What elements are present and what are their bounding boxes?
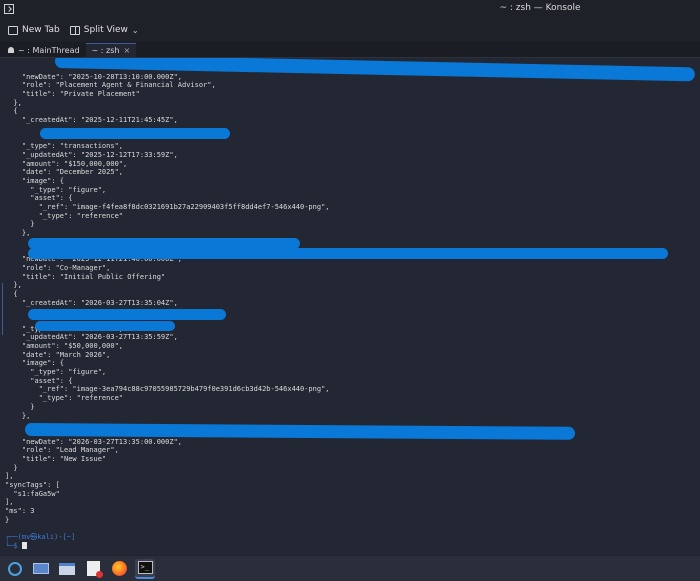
- show-desktop-icon[interactable]: [31, 559, 51, 579]
- terminal-line: },: [5, 98, 22, 107]
- terminal-line: ],: [5, 472, 14, 481]
- terminal-line: "title": "Private Placement": [5, 90, 140, 99]
- terminal-line: "amount": "$50,000,000",: [5, 342, 124, 350]
- shell-prompt-symbol: └─$: [5, 541, 22, 550]
- new-tab-button[interactable]: New Tab: [8, 25, 60, 35]
- kali-menu-icon[interactable]: [5, 559, 25, 579]
- text-editor-icon[interactable]: [83, 559, 103, 579]
- terminal-line: }: [5, 220, 35, 229]
- title-bar: ~ : zsh — Konsole: [0, 0, 700, 18]
- terminal-line: "role": "Co-Manager",: [5, 263, 111, 272]
- tab-zsh[interactable]: ~ : zsh ×: [85, 43, 137, 57]
- split-view-icon: [69, 25, 80, 35]
- terminal-line: "image": {: [5, 359, 65, 368]
- terminal-line: "newDate": "2025-10-28T13:10:00.000Z",: [5, 72, 183, 81]
- terminal-line: "ms": 3: [5, 507, 35, 516]
- terminal-icon[interactable]: >_: [135, 558, 155, 579]
- bell-icon: [8, 47, 14, 53]
- terminal-line: "date": "December 2025",: [5, 168, 124, 177]
- terminal-line: "title": "New Issue": [5, 454, 107, 463]
- split-view-button[interactable]: Split View ⌄: [69, 25, 139, 35]
- terminal-line: "role": "Placement Agent & Financial Adv…: [5, 81, 216, 90]
- new-tab-label: New Tab: [22, 25, 60, 35]
- terminal-line: }: [5, 463, 18, 472]
- terminal-line: },: [5, 229, 31, 238]
- chevron-down-icon[interactable]: ⌄: [132, 26, 139, 35]
- taskbar: >_: [0, 556, 700, 581]
- window-title: ~ : zsh — Konsole: [499, 3, 581, 13]
- tab-label: ~ : MainThread: [18, 45, 80, 55]
- split-view-label: Split View: [83, 25, 128, 35]
- redaction-mark: [40, 128, 230, 139]
- terminal-line: "_updatedAt": "2025-12-12T17:33:59Z",: [5, 150, 178, 159]
- tab-mainthread[interactable]: ~ : MainThread: [2, 43, 86, 57]
- redaction-mark: [35, 321, 175, 331]
- terminal-line: },: [5, 281, 22, 290]
- terminal-line: },: [5, 411, 31, 420]
- terminal-line: "_type": "reference": [5, 211, 124, 220]
- terminal-line: {: [5, 107, 18, 116]
- text-cursor: [21, 542, 27, 550]
- firefox-icon[interactable]: [109, 559, 129, 579]
- terminal-line: "asset": {: [5, 376, 73, 385]
- terminal-line: "_type": "figure",: [5, 185, 107, 194]
- redaction-mark: [28, 309, 226, 320]
- terminal-output[interactable]: "newDate": "2025-10-28T13:10:00.000Z", "…: [0, 58, 700, 555]
- terminal-line: "_createdAt": "2025-12-11T21:45:45Z",: [5, 116, 178, 125]
- terminal-line: "s1:faGa5w": [5, 489, 60, 498]
- terminal-line: "_createdAt": "2026-03-27T13:35:04Z",: [5, 298, 178, 307]
- close-tab-icon[interactable]: ×: [123, 46, 130, 55]
- shell-prompt-header: ┌──(mv㉿kali)-[~]: [5, 533, 76, 542]
- terminal-line: "newDate": "2026-03-27T13:35:00.000Z",: [5, 437, 183, 446]
- terminal-line: ],: [5, 498, 14, 507]
- terminal-line: "image": {: [5, 176, 65, 185]
- terminal-line: "role": "Lead Manager",: [5, 446, 119, 455]
- terminal-line: "title": "Initial Public Offering": [5, 272, 166, 281]
- new-tab-icon: [8, 25, 18, 35]
- terminal-line: "_type": "reference": [5, 394, 124, 403]
- shell-prompt-input[interactable]: └─$: [5, 542, 330, 551]
- terminal-line: "_ref": "image-f4fea8f8dc0321691b27a2290…: [5, 203, 330, 211]
- terminal-line: {: [5, 289, 18, 298]
- terminal-line: "asset": {: [5, 194, 73, 203]
- tab-label: ~ : zsh: [91, 46, 120, 55]
- toolbar: New Tab Split View ⌄: [0, 18, 700, 42]
- terminal-line: "amount": "$150,000,000",: [5, 159, 128, 168]
- terminal-line: }: [5, 402, 35, 411]
- terminal-line: }: [5, 515, 10, 524]
- terminal-line: "_ref": "image-3ea794c88c97055985729b479…: [5, 385, 330, 394]
- scroll-marker: [2, 283, 3, 335]
- redaction-mark: [28, 248, 668, 259]
- tab-bar: ~ : MainThread ~ : zsh ×: [0, 42, 700, 57]
- terminal-line: "_type": "transactions",: [5, 142, 124, 151]
- terminal-line: "_type": "figure",: [5, 368, 107, 377]
- terminal-line: "syncTags": [: [5, 481, 60, 489]
- terminal-line: "_updatedAt": "2026-03-27T13:35:59Z",: [5, 333, 178, 342]
- terminal-line: "date": "March 2026",: [5, 350, 111, 359]
- file-manager-icon[interactable]: [57, 559, 77, 579]
